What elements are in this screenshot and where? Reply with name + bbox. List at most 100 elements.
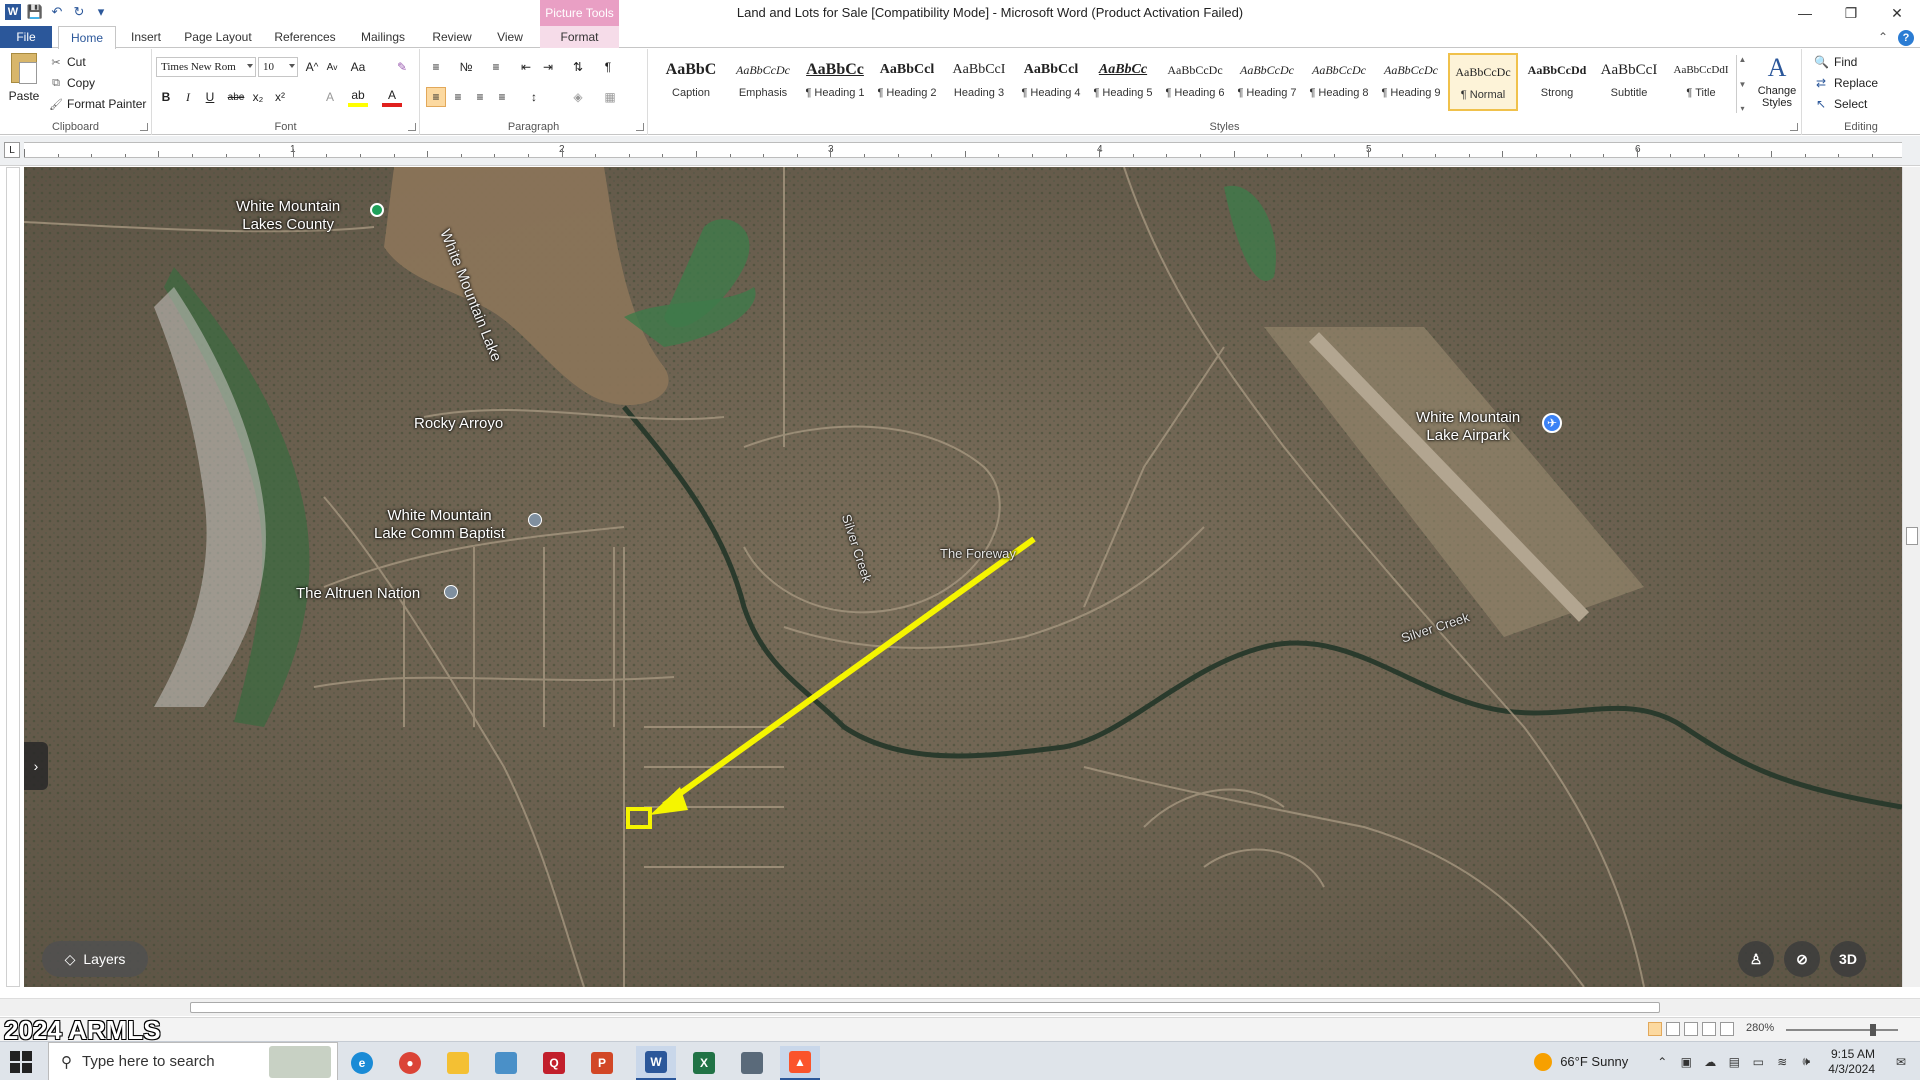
italic-button[interactable]: I: [178, 87, 198, 107]
taskbar-search[interactable]: ⚲ Type here to search: [48, 1042, 338, 1080]
borders-button[interactable]: ▦: [600, 87, 620, 107]
tab-insert[interactable]: Insert: [124, 26, 168, 48]
style-heading-9[interactable]: AaBbCcDc ¶ Heading 9: [1376, 53, 1446, 111]
zoom-slider-knob[interactable]: [1870, 1024, 1876, 1036]
clipboard-dialog-launcher[interactable]: [140, 123, 148, 131]
style-strong[interactable]: AaBbCcDd Strong: [1522, 53, 1592, 111]
full-screen-view-button[interactable]: [1666, 1022, 1680, 1036]
multilevel-list-button[interactable]: ≡: [486, 57, 506, 77]
restore-button[interactable]: ❐: [1828, 0, 1874, 26]
style-subtitle[interactable]: AaBbCcI Subtitle: [1594, 53, 1664, 111]
numbering-button[interactable]: №: [456, 57, 476, 77]
location-pin-icon[interactable]: [370, 203, 384, 217]
battery-icon[interactable]: ▭: [1749, 1055, 1767, 1069]
scroll-thumb[interactable]: [190, 1002, 1660, 1013]
clear-formatting-button[interactable]: ✎: [392, 57, 412, 77]
align-left-button[interactable]: ≡: [426, 87, 446, 107]
volume-icon[interactable]: 🕪: [1797, 1054, 1815, 1069]
decrease-indent-button[interactable]: ⇤: [516, 57, 536, 77]
style-emphasis[interactable]: AaBbCcDc Emphasis: [728, 53, 798, 111]
increase-indent-button[interactable]: ⇥: [538, 57, 558, 77]
style-title[interactable]: AaBbCcDdI ¶ Title: [1666, 53, 1736, 111]
paragraph-dialog-launcher[interactable]: [636, 123, 644, 131]
cut-button[interactable]: ✂ Cut: [50, 53, 85, 71]
chevron-up-icon[interactable]: ⌃: [1653, 1055, 1671, 1069]
edge-app-icon[interactable]: e: [342, 1046, 382, 1080]
underline-button[interactable]: U: [200, 87, 220, 107]
style-heading-8[interactable]: AaBbCcDc ¶ Heading 8: [1304, 53, 1374, 111]
powerpoint-app-icon[interactable]: P: [582, 1046, 622, 1080]
align-right-button[interactable]: ≡: [470, 87, 490, 107]
tilt-off-icon[interactable]: ⊘: [1784, 941, 1820, 977]
layers-button[interactable]: ◇ Layers: [42, 941, 148, 977]
bullets-button[interactable]: ≡: [426, 57, 446, 77]
airport-icon[interactable]: ✈: [1542, 413, 1562, 433]
start-button[interactable]: [10, 1051, 32, 1073]
style-heading-4[interactable]: AaBbCcl ¶ Heading 4: [1016, 53, 1086, 111]
format-painter-button[interactable]: 🖌 Format Painter: [49, 95, 146, 113]
vertical-scrollbar[interactable]: [1902, 167, 1920, 987]
web-layout-view-button[interactable]: [1684, 1022, 1698, 1036]
word-app-taskbar-icon[interactable]: W: [636, 1046, 676, 1080]
chrome-app-icon[interactable]: ●: [390, 1046, 430, 1080]
horizontal-scrollbar[interactable]: [0, 998, 1920, 1016]
minimize-button[interactable]: —: [1782, 0, 1828, 26]
tab-format[interactable]: Format: [540, 26, 619, 48]
clock[interactable]: 9:15 AM 4/3/2024: [1828, 1047, 1875, 1077]
quicken-app-icon[interactable]: Q: [534, 1046, 574, 1080]
line-spacing-button[interactable]: ↕: [524, 87, 544, 107]
undo-icon[interactable]: ↶: [48, 3, 66, 21]
close-button[interactable]: ✕: [1874, 0, 1920, 26]
tab-home[interactable]: Home: [58, 26, 116, 49]
shading-button[interactable]: ◈: [568, 87, 588, 107]
style-heading-3[interactable]: AaBbCcI Heading 3: [944, 53, 1014, 111]
style-heading-7[interactable]: AaBbCcDc ¶ Heading 7: [1232, 53, 1302, 111]
camera-icon[interactable]: ▣: [1677, 1055, 1695, 1069]
change-styles-button[interactable]: A Change Styles: [1754, 53, 1800, 115]
highlight-color-button[interactable]: ab: [348, 87, 368, 107]
street-view-icon[interactable]: ♙: [1738, 941, 1774, 977]
font-size-dropdown[interactable]: 10: [258, 57, 298, 77]
select-button[interactable]: ↖ Select: [1814, 95, 1867, 113]
network-adapter-icon[interactable]: ▤: [1725, 1055, 1743, 1069]
zoom-slider[interactable]: [1786, 1024, 1898, 1036]
expand-panel-icon[interactable]: ›: [24, 742, 48, 790]
tab-mailings[interactable]: Mailings: [352, 26, 414, 48]
sort-button[interactable]: ⇅: [568, 57, 588, 77]
style-heading-5[interactable]: AaBbCc ¶ Heading 5: [1088, 53, 1158, 111]
style-normal[interactable]: AaBbCcDc ¶ Normal: [1448, 53, 1518, 111]
zoom-level[interactable]: 280%: [1746, 1022, 1774, 1034]
subscript-button[interactable]: x₂: [248, 87, 268, 107]
notification-icon[interactable]: ✉: [1892, 1055, 1910, 1069]
bold-button[interactable]: B: [156, 87, 176, 107]
style-heading-6[interactable]: AaBbCcDc ¶ Heading 6: [1160, 53, 1230, 111]
church-icon[interactable]: [528, 513, 542, 527]
tab-view[interactable]: View: [488, 26, 532, 48]
word-app-icon[interactable]: W: [4, 3, 22, 21]
excel-app-icon[interactable]: X: [684, 1046, 724, 1080]
find-button[interactable]: 🔍 Find: [1814, 53, 1857, 71]
brave-app-icon[interactable]: ▲: [780, 1046, 820, 1080]
tab-selector[interactable]: L: [4, 142, 20, 158]
shrink-font-button[interactable]: Av: [322, 57, 342, 77]
three-d-button[interactable]: 3D: [1830, 941, 1866, 977]
tab-file[interactable]: File: [0, 26, 52, 48]
style-heading-2[interactable]: AaBbCcl ¶ Heading 2: [872, 53, 942, 111]
control-panel-icon[interactable]: [486, 1046, 526, 1080]
tab-references[interactable]: References: [270, 26, 340, 48]
ruler-scale[interactable]: 1 2 3 4 5 6: [24, 142, 1902, 158]
styles-dialog-launcher[interactable]: [1790, 123, 1798, 131]
wifi-icon[interactable]: ≋: [1773, 1055, 1791, 1069]
remote-desktop-icon[interactable]: [732, 1046, 772, 1080]
font-dialog-launcher[interactable]: [408, 123, 416, 131]
file-explorer-icon[interactable]: [438, 1046, 478, 1080]
styles-gallery-scroll[interactable]: ▲ ▼ ▾: [1736, 55, 1748, 113]
strikethrough-button[interactable]: abe: [226, 87, 246, 107]
help-icon[interactable]: ?: [1898, 30, 1914, 46]
text-effects-button[interactable]: A: [320, 87, 340, 107]
customize-qat-icon[interactable]: ▾: [92, 3, 110, 21]
change-case-button[interactable]: Aa: [348, 57, 368, 77]
draft-view-button[interactable]: [1720, 1022, 1734, 1036]
copy-button[interactable]: ⧉ Copy: [50, 74, 95, 92]
save-icon[interactable]: 💾: [26, 3, 44, 21]
